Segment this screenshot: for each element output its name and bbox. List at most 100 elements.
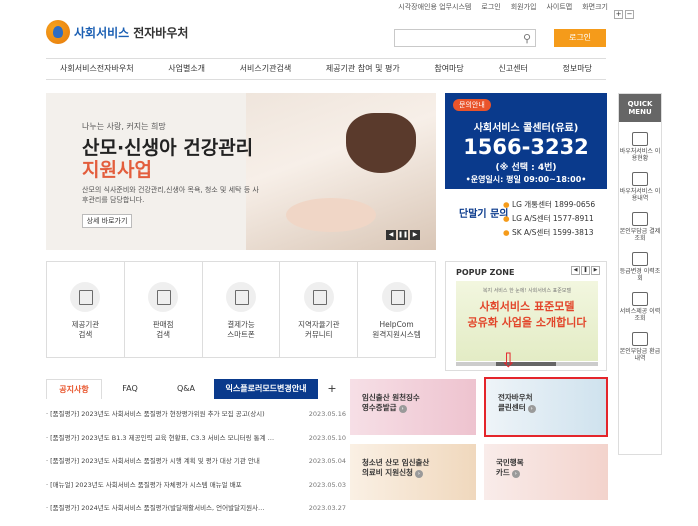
tab-explorer-mode[interactable]: 익스플로러모드변경안내 [214, 379, 318, 399]
go-icon: › [527, 405, 536, 413]
banner-photo-baby [286, 198, 376, 232]
next-icon[interactable]: ▶ [591, 266, 600, 275]
service-community[interactable]: 지역자율기관 커뮤니티 [280, 262, 359, 357]
next-icon[interactable]: ▶ [410, 230, 420, 240]
service-label: 검색 [78, 330, 93, 339]
logo-mark-icon [46, 20, 70, 44]
main-banner[interactable]: 나누는 사랑, 커지는 희망 산모·신생아 건강관리 지원사업 산모의 식사준비… [46, 93, 436, 250]
banner-subtitle: 나누는 사랑, 커지는 희망 [82, 122, 166, 131]
tab-notice[interactable]: 공지사항 [46, 379, 102, 399]
notice-date: 2023.05.04 [308, 457, 346, 465]
pause-icon[interactable]: ❚❚ [398, 230, 408, 240]
search-icon[interactable]: ⚲ [523, 32, 531, 45]
list-item[interactable]: · [품질평가] 2023년도 B1.3 제공인력 교육 현황표, C3.3 서… [46, 432, 346, 456]
card-teen-mother[interactable]: 청소년 산모 임신출산 의료비 지원신청 › [350, 444, 476, 500]
notice-title: · [품질평가] 2023년도 B1.3 제공인력 교육 현황표, C3.3 서… [46, 433, 275, 442]
call-select: (※ 선택 : 4번) [495, 163, 557, 173]
quick-item[interactable]: 바우처서비스 이용내역 [619, 172, 661, 202]
logo-text-2: 전자바우처 [133, 25, 189, 40]
list-item[interactable]: · [매뉴얼] 2023년도 사회서비스 품질평가 자체평가 시스템 매뉴얼 배… [46, 479, 346, 503]
accessible-system-link[interactable]: 시각장애인용 업무시스템 [398, 2, 471, 12]
notice-date: 2023.05.03 [308, 480, 346, 489]
monitor-icon [632, 292, 648, 306]
community-icon [303, 282, 334, 312]
notice-tabs: 공지사항 FAQ Q&A 익스플로러모드변경안내 + [46, 379, 346, 399]
nav-item-programs[interactable]: 사업별소개 [168, 59, 205, 79]
card-receipt[interactable]: 임신출산 원천징수 영수증발급 › [350, 379, 476, 435]
banner-description: 산모의 식사준비와 건강관리,신생아 목욕, 청소 및 세탁 등 사후관리를 담… [82, 186, 259, 204]
nav-item-agency-search[interactable]: 서비스기관검색 [240, 59, 292, 79]
card-label: 카드 [496, 468, 510, 477]
signup-link[interactable]: 회원가입 [511, 2, 537, 12]
list-icon [632, 172, 648, 186]
receipt-icon [632, 332, 648, 346]
notice-date: 2023.05.10 [308, 433, 346, 442]
card-label: 청소년 산모 임신출산 [362, 458, 430, 467]
more-button[interactable]: + [318, 379, 346, 399]
banner-photo [246, 93, 436, 250]
quick-item[interactable]: 서비스제공 이력조회 [619, 292, 661, 322]
nav-item-voucher[interactable]: 사회서비스전자바우처 [60, 59, 134, 79]
tab-qna[interactable]: Q&A [158, 379, 214, 399]
terminal-line: SK A/S센터 1599-3813 [503, 226, 595, 240]
nav-item-participation[interactable]: 참여마당 [434, 59, 463, 79]
quick-item[interactable]: 본인부담금 환급내역 [619, 332, 661, 362]
service-smartphone[interactable]: 결제가능 스마트폰 [203, 262, 281, 357]
service-label: HelpCom [379, 320, 414, 329]
service-store-search[interactable]: 판매점 검색 [125, 262, 203, 357]
tab-faq[interactable]: FAQ [102, 379, 158, 399]
popup-headline-1: 사회서비스 표준모델 [479, 300, 575, 313]
service-agency-search[interactable]: 제공기관 검색 [47, 262, 125, 357]
nav-item-info[interactable]: 정보마당 [562, 59, 591, 79]
call-hours: •운영일시: 평일 09:00~18:00• [465, 175, 587, 184]
card-label: 의료비 지원신청 [362, 468, 413, 477]
service-helpcom[interactable]: HelpCom 원격지원시스템 [358, 262, 435, 357]
go-icon: › [414, 470, 423, 478]
service-label: 지역자율기관 [298, 320, 340, 329]
banner-controls: ◀ ❚❚ ▶ [386, 230, 420, 240]
go-icon: › [511, 470, 520, 478]
call-center-panel: 문의안내 사회서비스 콜센터(유료) 1566-3232 (※ 선택 : 4번)… [445, 93, 607, 250]
prev-icon[interactable]: ◀ [386, 230, 396, 240]
service-label: 커뮤니티 [304, 330, 333, 339]
zoom-out-button[interactable]: − [625, 10, 634, 19]
quick-item[interactable]: 본인부담금 결제조회 [619, 212, 661, 242]
nav-item-provider-eval[interactable]: 제공기관 참여 및 평가 [326, 59, 400, 79]
popup-small-text: 복지 서비스 한 눈에! 사회서비스 표준모델 [482, 288, 572, 294]
terminal-label: 단말기 문의 [459, 209, 509, 220]
pause-icon[interactable]: ❚ [581, 266, 590, 275]
popup-banner[interactable]: 복지 서비스 한 눈에! 사회서비스 표준모델 사회서비스 표준모델 공유화 사… [456, 281, 598, 361]
popup-headline-2: 공유화 사업을 소개합니다 [467, 316, 587, 329]
logo-text-1: 사회서비스 [74, 25, 130, 40]
site-logo[interactable]: 사회서비스 전자바우처 [46, 20, 188, 44]
login-link[interactable]: 로그인 [481, 2, 500, 12]
sitemap-link[interactable]: 사이트맵 [546, 2, 572, 12]
call-number: 1566-3232 [463, 135, 589, 159]
card-happiness[interactable]: 국민행복 카드 › [484, 444, 608, 500]
terminal-inquiry: 단말기 문의 LG 개통센터 1899-0656 LG A/S센터 1577-8… [445, 189, 607, 250]
notice-title: · [매뉴얼] 2023년도 사회서비스 품질평가 자체평가 시스템 매뉴얼 배… [46, 480, 242, 489]
list-item[interactable]: · [품질평가] 2023년도 사회서비스 품질평가 현장평가위원 추가 모집 … [46, 408, 346, 432]
prev-icon[interactable]: ◀ [571, 266, 580, 275]
document-edit-icon [632, 252, 648, 266]
notice-title: · [품질평가] 2023년도 사회서비스 품질평가 시행 계획 및 평가 대상… [46, 457, 260, 465]
remote-support-icon [381, 282, 412, 312]
card-label: 임신출산 원천징수 [362, 393, 420, 402]
card-clean-center[interactable]: 전자바우처 클린센터 › [484, 377, 608, 437]
zoom-in-button[interactable]: + [614, 10, 623, 19]
card-label: 전자바우처 [498, 393, 533, 402]
card-label: 영수증발급 [362, 403, 397, 412]
quick-item[interactable]: 바우처서비스 이용현황 [619, 132, 661, 162]
list-item[interactable]: · [품질평가] 2023년도 사회서비스 품질평가 시행 계획 및 평가 대상… [46, 455, 346, 479]
banner-more-button[interactable]: 상세 바로가기 [82, 214, 132, 228]
nav-item-report[interactable]: 신고센터 [498, 59, 527, 79]
popup-zone: POPUP ZONE ◀ ❚ ▶ 복지 서비스 한 눈에! 사회서비스 표준모델… [445, 261, 607, 371]
login-button[interactable]: 로그인 [554, 29, 606, 47]
document-search-icon [632, 212, 648, 226]
popup-scrollbar[interactable] [456, 362, 598, 366]
search-input[interactable]: ⚲ [394, 29, 536, 47]
terminal-line: LG A/S센터 1577-8911 [503, 212, 595, 226]
quick-item[interactable]: 등급변경 이력조회 [619, 252, 661, 282]
service-label: 스마트폰 [227, 330, 255, 339]
card-label: 국민행복 [496, 458, 524, 467]
